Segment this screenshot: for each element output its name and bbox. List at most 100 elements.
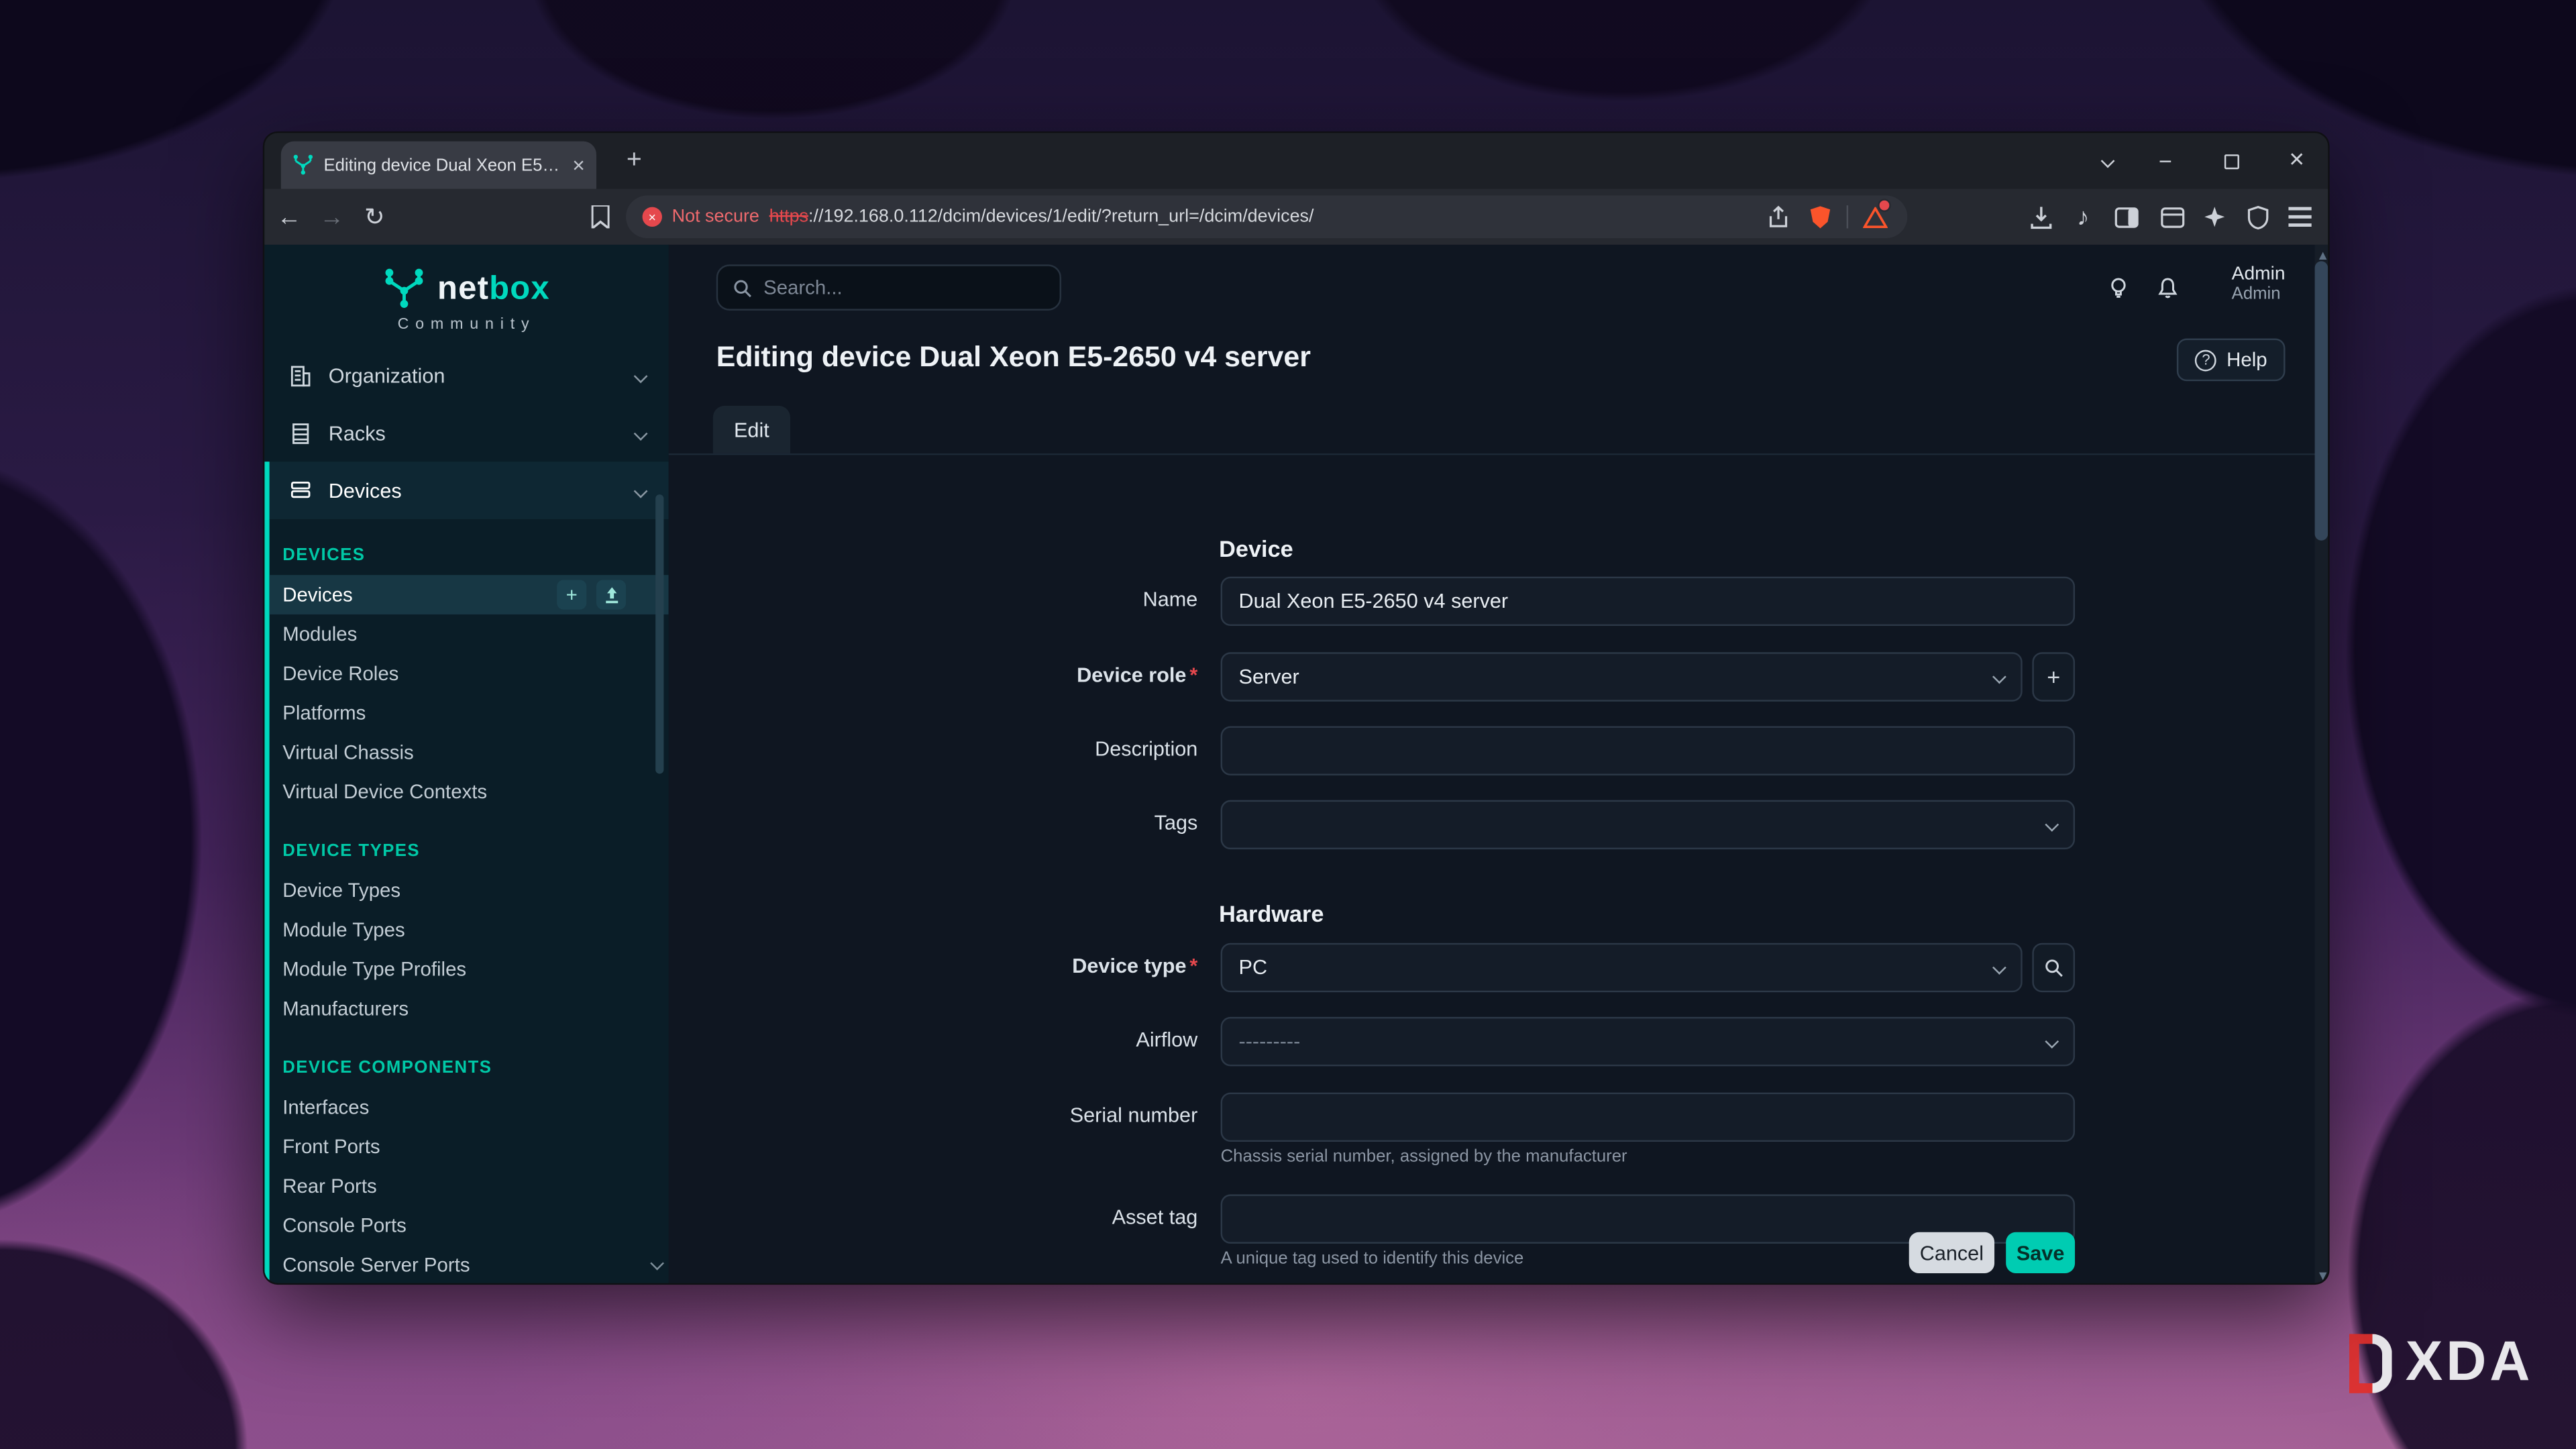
logo-subtitle: Community [264, 315, 668, 333]
sidebar-item-console-ports[interactable]: Console Ports [270, 1206, 669, 1246]
chevron-down-icon [634, 368, 648, 382]
browser-toolbar: ← → ↻ × Not secure https://192.168.0.112… [264, 189, 2328, 245]
scroll-up-icon[interactable]: ▲ [2316, 248, 2326, 263]
sidebar-item-front-ports[interactable]: Front Ports [270, 1127, 669, 1167]
add-device-button[interactable]: + [557, 580, 586, 609]
tab-search-icon[interactable] [2086, 140, 2129, 182]
search-input[interactable] [763, 276, 1044, 299]
sidebar-scrollbar[interactable] [655, 494, 663, 773]
help-button-label: Help [2226, 348, 2267, 371]
sidebar-item-devices-list[interactable]: Devices + [270, 575, 669, 614]
asset-tag-label: Asset tag [669, 1206, 1198, 1229]
bookmark-icon[interactable] [580, 197, 619, 237]
sidebar-item-interfaces[interactable]: Interfaces [270, 1087, 669, 1127]
forward-button[interactable]: → [312, 197, 352, 237]
reload-button[interactable]: ↻ [355, 197, 394, 237]
sidebar-item-module-type-profiles[interactable]: Module Type Profiles [270, 950, 669, 989]
sidebar-item-modules[interactable]: Modules [270, 614, 669, 654]
global-search[interactable] [716, 264, 1061, 311]
netbox-favicon [292, 154, 314, 176]
sidebar-item-module-types[interactable]: Module Types [270, 910, 669, 950]
netbox-app: netbox Community Organization [264, 245, 2329, 1285]
minimize-button[interactable]: − [2144, 140, 2187, 182]
sidebar-item-devices[interactable]: Devices [264, 462, 668, 519]
sidebar-item-virtual-chassis[interactable]: Virtual Chassis [270, 733, 669, 772]
menu-item-label: Console Server Ports [282, 1254, 470, 1277]
import-devices-button[interactable] [596, 580, 626, 609]
security-status: Not secure [672, 207, 759, 227]
serial-number-label: Serial number [669, 1104, 1198, 1127]
device-role-select[interactable]: Server [1221, 652, 2023, 701]
building-icon [288, 362, 314, 388]
tags-select[interactable] [1221, 800, 2075, 849]
sidebar-item-racks[interactable]: Racks [264, 404, 668, 462]
question-icon: ? [2196, 349, 2217, 370]
rack-icon [288, 420, 314, 446]
cancel-button[interactable]: Cancel [1909, 1232, 1994, 1273]
user-menu[interactable]: Admin Admin [2232, 264, 2286, 304]
tab-close-icon[interactable]: × [572, 154, 585, 176]
airflow-label: Airflow [669, 1028, 1198, 1051]
maximize-button[interactable] [2210, 140, 2253, 182]
browser-window: Editing device Dual Xeon E5-26 × + − × ←… [263, 131, 2330, 1285]
media-icon[interactable]: ♪ [2063, 197, 2103, 237]
desktop: XDA Editing device Dual Xeon E5-26 × + −… [0, 0, 2576, 1449]
airflow-select[interactable]: --------- [1221, 1017, 2075, 1066]
hardware-section-heading: Hardware [1219, 900, 1324, 926]
sidebar: netbox Community Organization [264, 245, 668, 1285]
device-type-value: PC [1239, 956, 1268, 979]
url-rest: ://192.168.0.112/dcim/devices/1/edit/?re… [808, 207, 1313, 227]
tab-title: Editing device Dual Xeon E5-26 [323, 155, 562, 174]
split-view-icon[interactable] [2106, 197, 2146, 237]
downloads-icon[interactable] [2021, 197, 2060, 237]
sidebar-item-manufacturers[interactable]: Manufacturers [270, 989, 669, 1028]
tags-label: Tags [669, 812, 1198, 835]
help-button[interactable]: ? Help [2178, 338, 2286, 381]
vpn-shield-icon[interactable] [2238, 197, 2277, 237]
search-icon [2044, 958, 2063, 977]
section-title-devices: DEVICES [270, 535, 669, 575]
url-text[interactable]: https://192.168.0.112/dcim/devices/1/edi… [769, 207, 1752, 227]
description-field[interactable] [1221, 726, 2075, 775]
name-field[interactable] [1221, 577, 2075, 626]
browse-device-type-button[interactable] [2032, 943, 2075, 992]
brave-rewards-icon[interactable] [1858, 201, 1891, 233]
menu-item-label: Virtual Chassis [282, 741, 413, 763]
notifications-bell-icon[interactable] [2147, 268, 2187, 307]
brave-shield-icon[interactable] [1804, 201, 1837, 233]
menu-item-label: Rear Ports [282, 1175, 376, 1197]
sidebar-item-device-types[interactable]: Device Types [270, 871, 669, 910]
devices-submenu: DEVICES Devices + Modules Device Roles P… [270, 519, 669, 1285]
tab-edit[interactable]: Edit [713, 406, 790, 453]
logo-text-net: net [437, 270, 489, 307]
url-scheme: https [769, 207, 808, 227]
sidebar-item-console-server-ports[interactable]: Console Server Ports [270, 1245, 669, 1285]
share-icon[interactable] [1761, 201, 1794, 233]
page-scrollbar-thumb[interactable] [2315, 261, 2328, 540]
active-section-accent [264, 462, 269, 1285]
sidebar-item-organization[interactable]: Organization [264, 347, 668, 405]
sidebar-item-platforms[interactable]: Platforms [270, 693, 669, 733]
sidebar-item-device-roles[interactable]: Device Roles [270, 654, 669, 694]
sidebar-item-virtual-device-contexts[interactable]: Virtual Device Contexts [270, 772, 669, 812]
sidebar-scroll-down-icon[interactable] [652, 1247, 662, 1277]
back-button[interactable]: ← [270, 197, 309, 237]
address-bar[interactable]: × Not secure https://192.168.0.112/dcim/… [626, 195, 1907, 238]
serial-number-field[interactable] [1221, 1093, 2075, 1142]
netbox-logo[interactable]: netbox Community [264, 268, 668, 333]
sidebar-item-label: Devices [329, 479, 402, 502]
window-close-button[interactable]: × [2275, 140, 2318, 182]
new-tab-button[interactable]: + [614, 142, 654, 181]
browser-tab[interactable]: Editing device Dual Xeon E5-26 × [281, 142, 596, 189]
quick-add-role-button[interactable]: + [2032, 652, 2075, 701]
devices-icon [288, 477, 314, 503]
device-type-select[interactable]: PC [1221, 943, 2023, 992]
save-button[interactable]: Save [2006, 1232, 2075, 1273]
section-title-device-types: DEVICE TYPES [270, 831, 669, 871]
scroll-down-icon[interactable]: ▼ [2316, 1269, 2326, 1283]
menu-icon[interactable] [2280, 197, 2320, 237]
theme-toggle-icon[interactable] [2098, 268, 2137, 307]
sidebar-item-rear-ports[interactable]: Rear Ports [270, 1167, 669, 1206]
leo-ai-icon[interactable] [2195, 197, 2235, 237]
wallet-icon[interactable] [2152, 197, 2192, 237]
